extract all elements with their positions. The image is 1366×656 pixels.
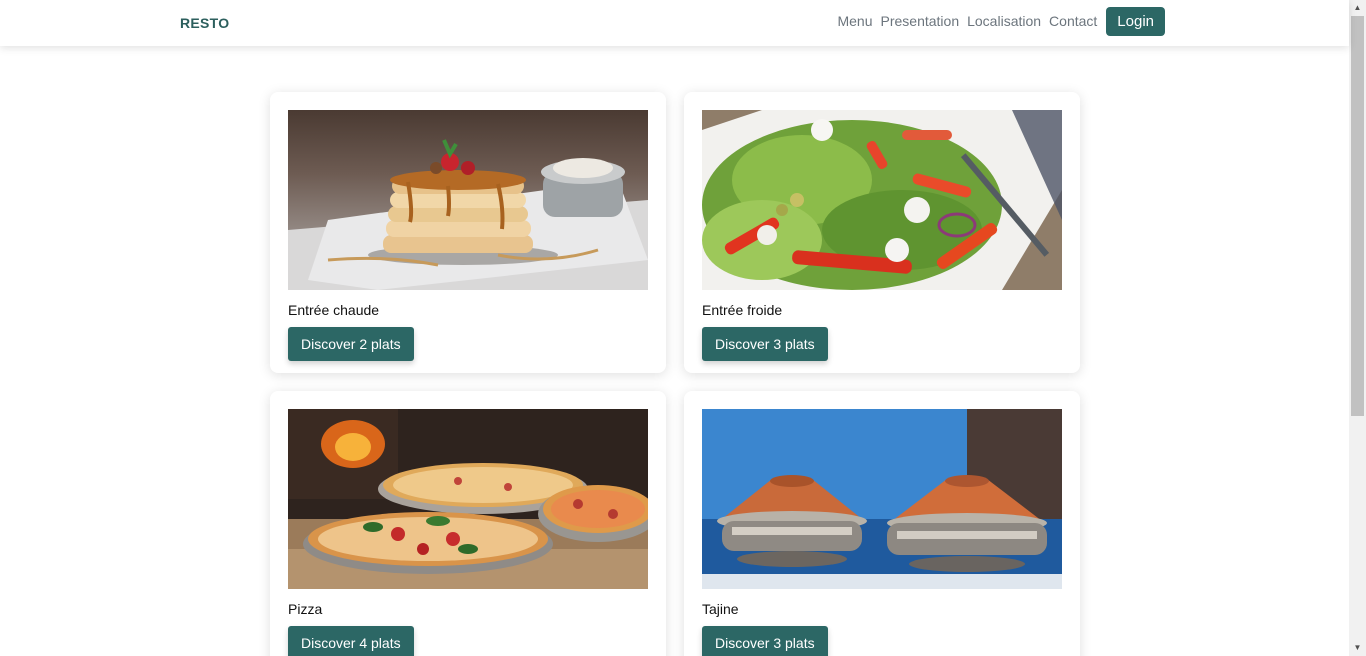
pizza-image [288, 409, 648, 589]
card-title: Entrée chaude [288, 302, 380, 318]
card-title: Tajine [702, 601, 739, 617]
scrollbar-thumb[interactable] [1351, 16, 1364, 416]
nav-links: Menu Presentation Localisation Contact L… [837, 7, 1165, 36]
salad-image [702, 110, 1062, 290]
discover-button[interactable]: Discover 4 plats [288, 626, 414, 656]
discover-button[interactable]: Discover 3 plats [702, 626, 828, 656]
vertical-scrollbar[interactable]: ▲ ▼ [1349, 0, 1366, 656]
scroll-up-arrow-icon[interactable]: ▲ [1349, 0, 1366, 16]
discover-button[interactable]: Discover 3 plats [702, 327, 828, 361]
discover-button[interactable]: Discover 2 plats [288, 327, 414, 361]
login-button[interactable]: Login [1106, 7, 1165, 36]
tajine-image [702, 409, 1062, 589]
card-entree-froide: Entrée froide Discover 3 plats [684, 92, 1080, 373]
card-title: Pizza [288, 601, 323, 617]
nav-link-localisation[interactable]: Localisation [967, 7, 1041, 36]
brand-logo[interactable]: RESTO [180, 15, 229, 31]
nav-link-contact[interactable]: Contact [1049, 7, 1097, 36]
card-pizza: Pizza Discover 4 plats [270, 391, 666, 656]
card-title: Entrée froide [702, 302, 783, 318]
card-entree-chaude: Entrée chaude Discover 2 plats [270, 92, 666, 373]
scroll-down-arrow-icon[interactable]: ▼ [1349, 640, 1366, 656]
pancakes-image [288, 110, 648, 290]
nav-link-menu[interactable]: Menu [837, 7, 872, 36]
nav-link-presentation[interactable]: Presentation [881, 7, 960, 36]
card-tajine: Tajine Discover 3 plats [684, 391, 1080, 656]
navbar: RESTO Menu Presentation Localisation Con… [0, 0, 1349, 46]
